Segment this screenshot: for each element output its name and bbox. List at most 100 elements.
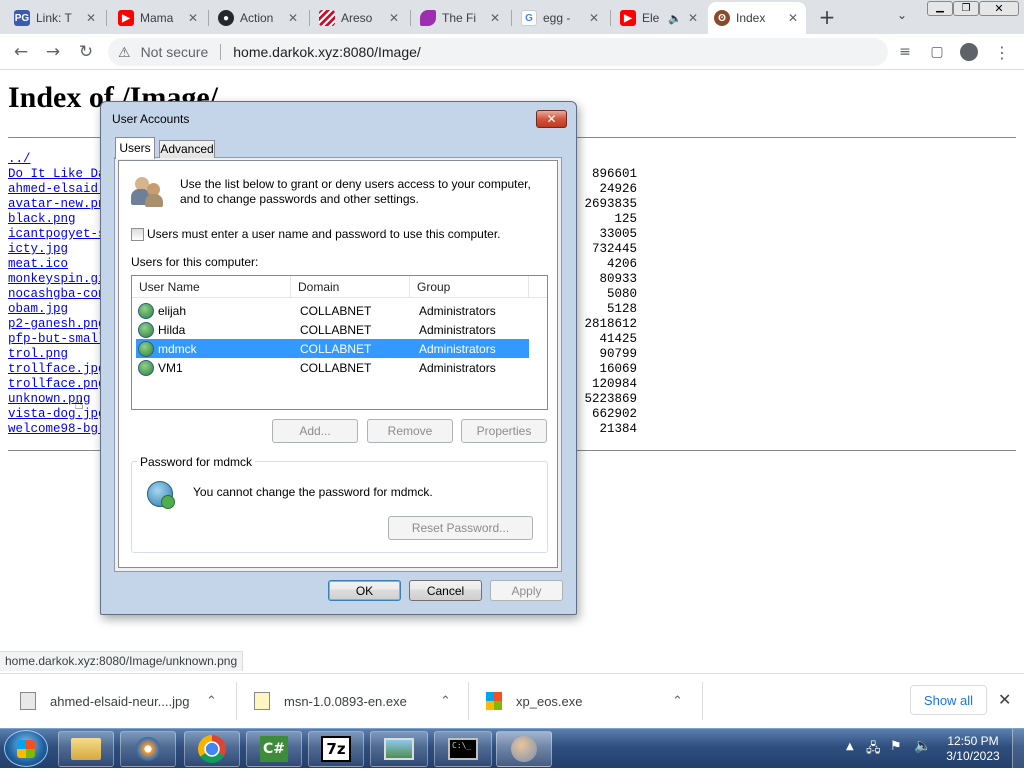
download-item[interactable]: xp_eos.exe ⌃ [486,674,702,728]
file-link[interactable]: monkeyspin.gi [8,272,106,286]
download-item[interactable]: msn-1.0.0893-en.exe ⌃ [254,674,468,728]
properties-button[interactable]: Properties [461,419,547,443]
browser-tab-5[interactable]: G egg - ✕ [515,4,607,32]
close-icon[interactable]: ✕ [490,11,502,25]
user-icon [138,340,154,357]
clock-date: 3/10/2023 [946,749,1000,763]
browser-tab-1[interactable]: ▶ Mama ✕ [112,4,206,32]
file-size: 662902 [591,407,637,421]
close-icon[interactable]: ✕ [998,690,1011,709]
users-list[interactable]: User Name Domain Group elijah COLLABNET Ad… [131,275,548,410]
csharp-icon[interactable]: C# [246,731,302,767]
user-row[interactable]: VM1 COLLABNET Administrators [136,358,529,377]
close-icon[interactable]: ✕ [589,11,601,25]
back-icon[interactable]: ← [9,40,33,64]
url-text[interactable]: home.darkok.xyz:8080/Image/ [233,44,421,60]
user-row[interactable]: elijah COLLABNET Administrators [136,301,529,320]
start-button[interactable] [4,730,48,767]
show-hidden-icons-icon[interactable]: ▲ [846,741,854,752]
close-icon[interactable]: ✕ [688,11,700,25]
file-link[interactable]: icantpogyet-s [8,227,106,241]
menu-icon[interactable]: ⋮ [990,40,1014,64]
warning-icon[interactable]: ⚠ [118,44,131,61]
require-password-checkbox[interactable] [131,228,144,241]
file-link[interactable]: trol.png [8,347,68,361]
fish-icon [420,10,436,26]
cmd-icon[interactable]: C:\_ [434,731,492,767]
profile-avatar[interactable] [957,40,981,64]
remove-button[interactable]: Remove [367,419,453,443]
file-link[interactable]: nocashgba-con [8,287,106,301]
chevron-up-icon[interactable]: ⌃ [440,693,451,709]
media-player-icon[interactable] [120,731,176,767]
file-link[interactable]: black.png [8,212,76,226]
close-icon[interactable]: ✕ [788,11,800,25]
new-tab-icon[interactable]: + [816,6,838,28]
dialog-close-button[interactable]: ✕ [536,110,567,128]
action-center-icon[interactable]: ⚑ [890,739,902,754]
file-link[interactable]: trollface.png [8,377,106,391]
side-panel-icon[interactable]: ▢ [925,40,949,64]
close-icon[interactable]: ✕ [389,11,401,25]
minimize-button[interactable]: ▁ [927,1,953,16]
audio-playing-icon[interactable]: 🔈 [668,12,682,25]
media-control-icon[interactable]: ≡ [893,40,917,64]
explorer-icon[interactable] [58,731,114,767]
window-close-button[interactable]: ✕ [979,1,1019,16]
ok-button[interactable]: OK [328,580,401,601]
show-desktop-button[interactable] [1012,729,1024,769]
network-icon[interactable]: 🖧 [866,739,881,761]
browser-tab-2[interactable]: ● Action ✕ [212,4,306,32]
add-button[interactable]: Add... [272,419,358,443]
column-header-user-name[interactable]: User Name [132,276,291,298]
file-link[interactable]: icty.jpg [8,242,68,256]
column-header-domain[interactable]: Domain [291,276,410,298]
close-icon[interactable]: ✕ [86,11,98,25]
file-link[interactable]: p2-ganesh.png [8,317,106,331]
chevron-up-icon[interactable]: ⌃ [672,693,683,709]
ares-icon [319,10,335,26]
chevron-up-icon[interactable]: ⌃ [206,693,217,709]
browser-tab-4[interactable]: The Fi ✕ [414,4,508,32]
close-icon[interactable]: ✕ [288,11,300,25]
volume-icon[interactable]: 🔈 [914,738,931,754]
show-all-button[interactable]: Show all [910,685,987,715]
browser-tab-7[interactable]: ʘ Index ✕ [708,2,806,34]
file-size: 2818612 [584,317,637,331]
reset-password-button[interactable]: Reset Password... [388,516,533,540]
file-link[interactable]: avatar-new.pn [8,197,106,211]
file-link[interactable]: ahmed-elsaid- [8,182,106,196]
browser-tab-6[interactable]: ▶ Ele 🔈 ✕ [614,4,706,32]
file-link[interactable]: vista-dog.jpg [8,407,106,421]
clock[interactable]: 12:50 PM 3/10/2023 [938,734,1008,764]
forward-icon[interactable]: → [41,40,65,64]
reload-icon[interactable]: ↻ [74,40,98,64]
user-row[interactable]: mdmck COLLABNET Administrators [136,339,529,358]
checkbox-label[interactable]: Users must enter a user name and passwor… [147,227,501,241]
user-accounts-icon[interactable] [496,731,552,767]
file-link[interactable]: obam.jpg [8,302,68,316]
security-label[interactable]: Not secure [141,44,209,60]
browser-tab-0[interactable]: PG Link: T ✕ [8,4,104,32]
chevron-down-icon[interactable]: ⌄ [897,8,907,22]
file-link[interactable]: welcome98-bg. [8,422,106,436]
column-header-group[interactable]: Group [410,276,529,298]
7zip-icon[interactable]: 7z [308,731,364,767]
cancel-button[interactable]: Cancel [409,580,482,601]
download-item[interactable]: ahmed-elsaid-neur....jpg ⌃ [20,674,238,728]
browser-tab-3[interactable]: Areso ✕ [313,4,407,32]
tab-users[interactable]: Users [115,137,155,159]
restore-button[interactable]: ❐ [953,1,979,16]
apply-button[interactable]: Apply [490,580,563,601]
file-link[interactable]: pfp-but-small [8,332,106,346]
file-link[interactable]: meat.ico [8,257,68,271]
file-link[interactable]: trollface.jpg [8,362,106,376]
address-bar[interactable]: ⚠ Not secure home.darkok.xyz:8080/Image/ [108,38,888,66]
close-icon[interactable]: ✕ [188,11,200,25]
user-row[interactable]: Hilda COLLABNET Administrators [136,320,529,339]
tab-advanced[interactable]: Advanced [159,140,215,158]
chrome-icon[interactable] [184,731,240,767]
parent-directory-link[interactable]: ../ [8,152,31,166]
file-link[interactable]: Do It Like Da [8,167,106,181]
photo-viewer-icon[interactable] [370,731,428,767]
